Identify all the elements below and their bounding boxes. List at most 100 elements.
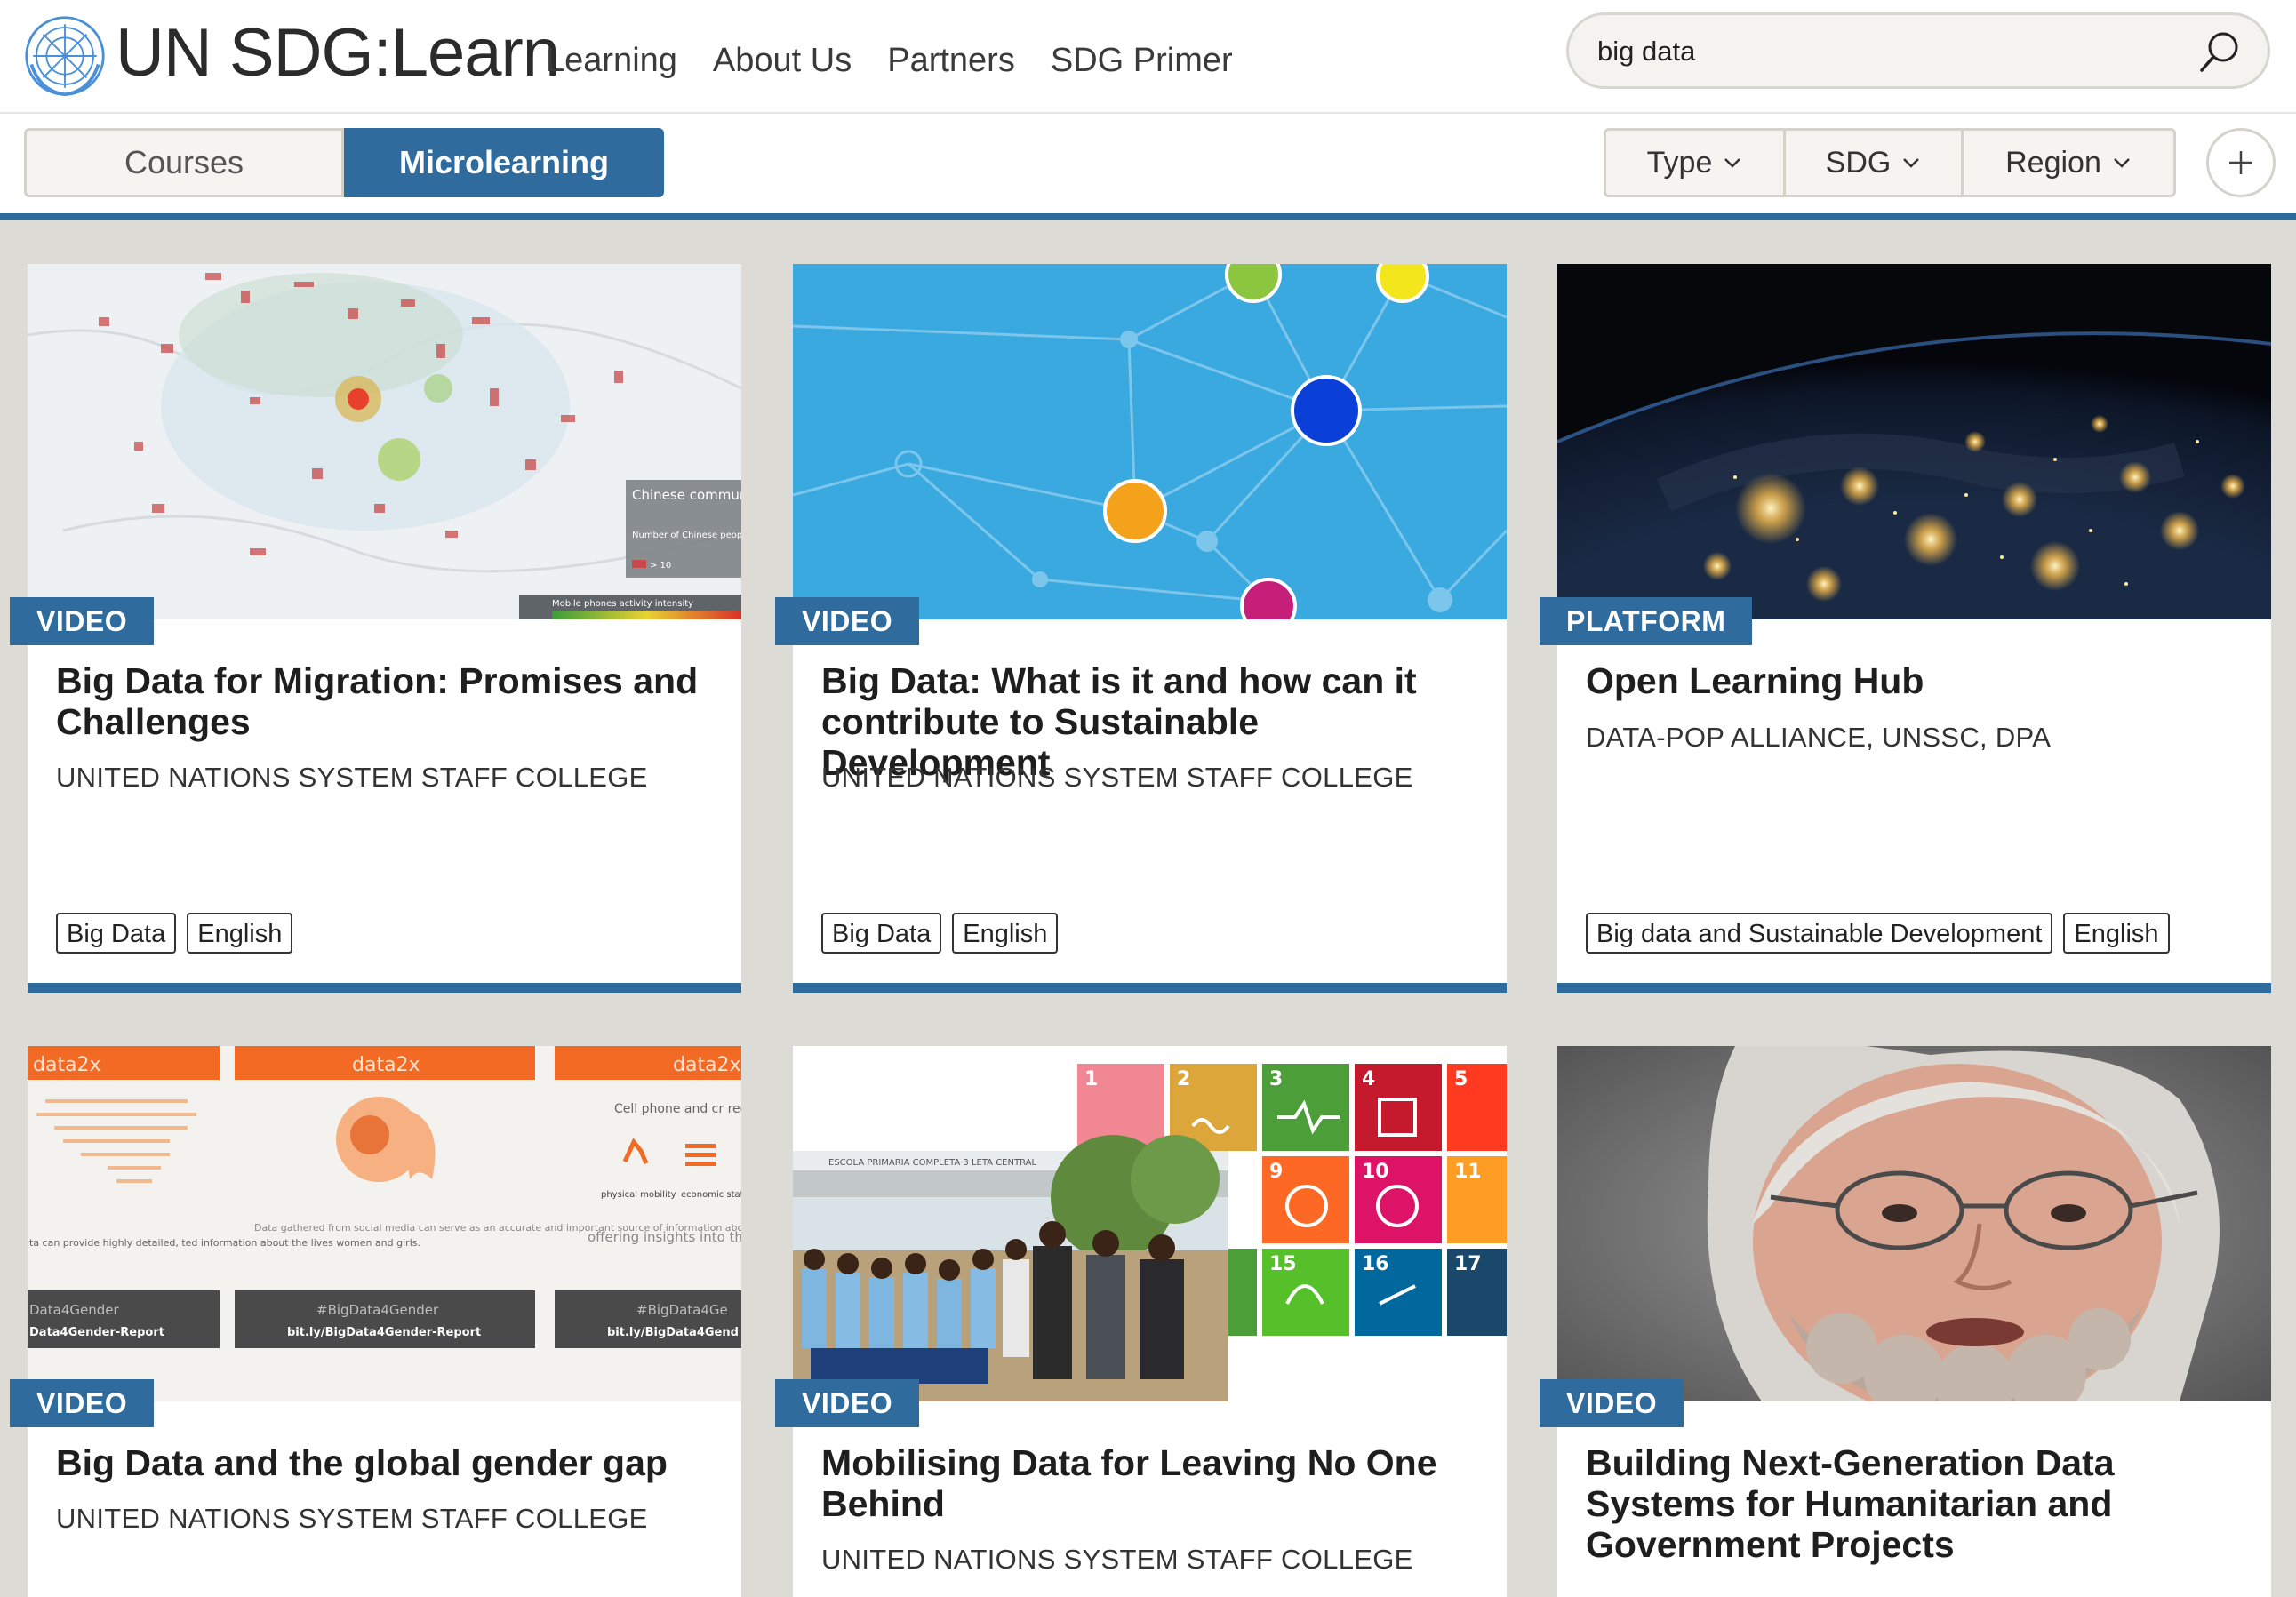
chevron-down-icon [1724, 158, 1741, 168]
sdg-school-image: 1 2 3 4 5 9 10 11 15 16 17 ESCOLA PRIMAR… [793, 1046, 1507, 1401]
sdg-number: 9 [1269, 1161, 1283, 1183]
card-organization: DATA-POP ALLIANCE, UNSSC, DPA [1586, 722, 2052, 753]
map-legend-title: Chinese communities [632, 487, 741, 503]
course-card[interactable]: PLATFORM Open Learning Hub DATA-POP ALLI… [1540, 264, 2271, 993]
nav-learning[interactable]: Learning [546, 34, 677, 87]
plus-icon [2229, 151, 2252, 174]
type-dropdown-label: Type [1646, 145, 1713, 180]
sdg-number: 16 [1362, 1253, 1389, 1275]
tag-topic[interactable]: Big Data [821, 913, 942, 954]
search-input[interactable] [1596, 29, 2168, 74]
left-caption: ta can provide highly detailed, ted info… [29, 1237, 420, 1249]
course-card[interactable]: data2x data2x data2x Data gathered from … [10, 1046, 741, 1597]
sdg-number: 5 [1454, 1068, 1468, 1090]
right-hashtag: #BigData4Ge [636, 1302, 728, 1318]
icon-label-economic: economic status [681, 1190, 741, 1200]
card-accent-bar [28, 983, 741, 993]
nav-partners[interactable]: Partners [887, 34, 1015, 87]
region-dropdown-label: Region [2005, 145, 2101, 180]
un-emblem-logo[interactable] [23, 14, 107, 98]
card-title[interactable]: Big Data for Migration: Promises and Cha… [56, 660, 718, 742]
icon-label-mobility: physical mobility [601, 1190, 676, 1200]
right-caption: offering insights into the priorities of… [588, 1229, 741, 1245]
tag-language[interactable]: English [952, 913, 1059, 954]
tag-language[interactable]: English [2063, 913, 2170, 954]
map-legend-subtitle: Number of Chinese people per census area [632, 531, 741, 540]
content-type-badge: VIDEO [10, 597, 155, 645]
sdg-number: 11 [1454, 1161, 1482, 1183]
map-intensity-label: Mobile phones activity intensity [552, 599, 693, 609]
nav-sdg-primer[interactable]: SDG Primer [1051, 34, 1233, 87]
school-sign: ESCOLA PRIMARIA COMPLETA 3 LETA CENTRAL [828, 1158, 1036, 1168]
filter-bar: Courses Microlearning Type SDG Region [0, 114, 2296, 220]
data2x-logo: data2x [352, 1054, 420, 1076]
tag-list: Big data and Sustainable Development Eng… [1586, 913, 2170, 954]
content-type-switch: Courses Microlearning [24, 128, 664, 197]
card-thumbnail [793, 264, 1507, 619]
sdg-number: 1 [1084, 1068, 1098, 1090]
card-thumbnail: 1 2 3 4 5 9 10 11 15 16 17 ESCOLA PRIMAR… [793, 1046, 1507, 1401]
data2x-infographic-image: data2x data2x data2x Data gathered from … [28, 1046, 741, 1401]
card-thumbnail: Chinese communities Number of Chinese pe… [28, 264, 741, 619]
main-nav: Learning About Us Partners SDG Primer [546, 34, 1233, 87]
card-title[interactable]: Mobilising Data for Leaving No One Behin… [821, 1442, 1484, 1524]
heatmap-map-image: Chinese communities Number of Chinese pe… [28, 264, 741, 619]
site-brand[interactable]: UN SDG:Learn [116, 9, 560, 98]
left-hashtag: Data4Gender [29, 1302, 119, 1318]
map-legend-value: > 10 [650, 561, 671, 571]
tab-microlearning[interactable]: Microlearning [344, 128, 664, 197]
sdg-number: 15 [1269, 1253, 1297, 1275]
content-type-badge: VIDEO [1540, 1379, 1684, 1427]
course-card[interactable]: 1 2 3 4 5 9 10 11 15 16 17 ESCOLA PRIMAR… [775, 1046, 1507, 1597]
center-hashtag: #BigData4Gender [316, 1302, 439, 1318]
card-accent-bar [793, 983, 1507, 993]
data2x-logo: data2x [673, 1054, 741, 1076]
tag-list: Big Data English [821, 913, 1059, 954]
filter-dropdowns: Type SDG Region [1604, 128, 2176, 197]
course-card[interactable]: VIDEO Building Next-Generation Data Syst… [1540, 1046, 2271, 1597]
search-box [1566, 12, 2270, 89]
sdg-number: 2 [1177, 1068, 1190, 1090]
center-report-link: bit.ly/BigData4Gender-Report [287, 1326, 481, 1339]
card-thumbnail [1557, 264, 2271, 619]
content-type-badge: VIDEO [10, 1379, 155, 1427]
course-card[interactable]: VIDEO Big Data: What is it and how can i… [775, 264, 1507, 993]
sdg-number: 3 [1269, 1068, 1283, 1090]
card-title[interactable]: Big Data and the global gender gap [56, 1442, 718, 1483]
card-accent-bar [1557, 983, 2271, 993]
right-header: Cell phone and cr records can re [614, 1102, 741, 1116]
tag-topic[interactable]: Big Data [56, 913, 177, 954]
tag-language[interactable]: English [187, 913, 293, 954]
search-icon[interactable] [2196, 29, 2243, 76]
card-title[interactable]: Building Next-Generation Data Systems fo… [1586, 1442, 2248, 1565]
earth-at-night-image [1557, 264, 2271, 619]
left-report-link: Data4Gender-Report [29, 1326, 164, 1339]
content-type-badge: PLATFORM [1540, 597, 1753, 645]
card-thumbnail [1557, 1046, 2271, 1401]
tag-list: Big Data English [56, 913, 293, 954]
sdg-dropdown[interactable]: SDG [1786, 131, 1964, 195]
content-type-badge: VIDEO [775, 1379, 920, 1427]
network-graph-image [793, 264, 1507, 619]
sdg-dropdown-label: SDG [1825, 145, 1892, 180]
right-report-link: bit.ly/BigData4Gend [607, 1326, 739, 1339]
type-dropdown[interactable]: Type [1606, 131, 1786, 195]
data2x-logo: data2x [33, 1054, 101, 1076]
chevron-down-icon [1903, 158, 1920, 168]
add-filter-button[interactable] [2206, 128, 2276, 197]
tab-courses[interactable]: Courses [24, 128, 344, 197]
sdg-number: 10 [1362, 1161, 1389, 1183]
course-card[interactable]: Chinese communities Number of Chinese pe… [10, 264, 741, 993]
sdg-number: 17 [1454, 1253, 1482, 1275]
sdg-number: 4 [1362, 1068, 1375, 1090]
card-organization: UNITED NATIONS SYSTEM STAFF COLLEGE [821, 762, 1413, 793]
chevron-down-icon [2113, 158, 2130, 168]
card-organization: UNITED NATIONS SYSTEM STAFF COLLEGE [821, 1544, 1413, 1575]
card-title[interactable]: Open Learning Hub [1586, 660, 2248, 701]
card-organization: UNITED NATIONS SYSTEM STAFF COLLEGE [56, 1503, 648, 1534]
region-dropdown[interactable]: Region [1964, 131, 2173, 195]
tag-topic[interactable]: Big data and Sustainable Development [1586, 913, 2053, 954]
content-type-badge: VIDEO [775, 597, 920, 645]
card-thumbnail: data2x data2x data2x Data gathered from … [28, 1046, 741, 1401]
nav-about-us[interactable]: About Us [713, 34, 852, 87]
